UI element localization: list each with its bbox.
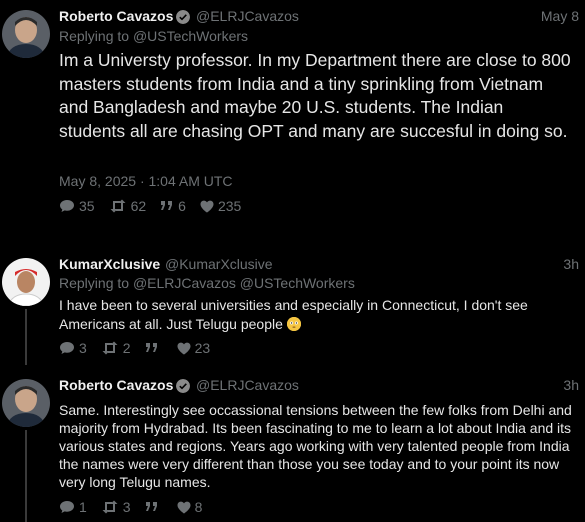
tweet-stats: 1 3 8 [59, 499, 202, 515]
tweet-date[interactable]: May 8 [541, 8, 579, 24]
heart-icon [177, 342, 191, 354]
tweet-text: Same. Interestingly see occassional tens… [59, 402, 572, 490]
like-count: 8 [194, 499, 203, 515]
like-count: 235 [217, 198, 242, 214]
retweet-count: 62 [130, 198, 147, 214]
comment-icon [60, 200, 74, 212]
quote-count: 6 [178, 198, 186, 214]
author-name[interactable]: Roberto Cavazos [59, 8, 173, 24]
mention-link[interactable]: @ELRJCavazos @USTechWorkers [133, 275, 355, 291]
tweet-text: I have been to several universities and … [59, 296, 569, 334]
quote-icon [161, 201, 173, 210]
like-button[interactable]: 8 [177, 499, 203, 515]
retweet-count: 3 [122, 499, 131, 515]
tweet-stats: 35 62 6 235 [59, 198, 241, 214]
flushed-face-emoji-icon [286, 317, 301, 331]
author-name[interactable]: KumarXclusive [59, 256, 160, 272]
retweet-icon [102, 500, 118, 514]
mention-link[interactable]: @USTechWorkers [133, 28, 248, 44]
retweet-icon [102, 341, 118, 355]
quote-icon [145, 343, 157, 352]
avatar[interactable] [2, 10, 50, 58]
avatar[interactable] [2, 258, 50, 306]
reply-count: 1 [79, 499, 87, 515]
tweet-date[interactable]: 3h [563, 377, 579, 393]
author-name[interactable]: Roberto Cavazos [59, 377, 173, 393]
quote-button[interactable] [145, 342, 163, 354]
reply-button[interactable]: 3 [59, 340, 87, 356]
reply-button[interactable]: 35 [59, 198, 95, 214]
like-count: 23 [194, 340, 211, 356]
comment-icon [60, 342, 74, 354]
author-handle[interactable]: @ELRJCavazos [196, 8, 299, 24]
tweet-stats: 3 2 23 [59, 340, 210, 356]
retweet-button[interactable]: 62 [109, 198, 147, 214]
quote-button[interactable] [145, 501, 163, 513]
verified-badge-icon [176, 10, 190, 24]
reply-count: 35 [79, 198, 95, 214]
like-button[interactable]: 23 [177, 340, 211, 356]
retweet-count: 2 [122, 340, 131, 356]
heart-icon [200, 200, 214, 212]
author-handle[interactable]: @KumarXclusive [165, 256, 273, 272]
heart-icon [177, 501, 191, 513]
like-button[interactable]: 235 [200, 198, 241, 214]
quote-button[interactable]: 6 [160, 198, 186, 214]
author-handle[interactable]: @ELRJCavazos [196, 377, 299, 393]
comment-icon [60, 501, 74, 513]
retweet-icon [110, 199, 126, 213]
avatar[interactable] [2, 379, 50, 427]
tweet-date[interactable]: 3h [563, 256, 579, 272]
retweet-button[interactable]: 2 [101, 340, 131, 356]
thread-line [25, 430, 27, 522]
retweet-button[interactable]: 3 [101, 499, 131, 515]
replying-to: Replying to @ELRJCavazos @USTechWorkers [59, 275, 355, 291]
thread-line [25, 309, 27, 365]
replying-prefix: Replying to [59, 28, 130, 44]
tweet-text: Im a Universty professor. In my Departme… [59, 50, 571, 141]
replying-to: Replying to @USTechWorkers [59, 28, 248, 44]
quote-icon [145, 502, 157, 511]
replying-prefix: Replying to [59, 275, 130, 291]
reply-count: 3 [79, 340, 87, 356]
verified-badge-icon [176, 379, 190, 393]
reply-button[interactable]: 1 [59, 499, 87, 515]
tweet-timestamp[interactable]: May 8, 2025 · 1:04 AM UTC [59, 173, 233, 189]
